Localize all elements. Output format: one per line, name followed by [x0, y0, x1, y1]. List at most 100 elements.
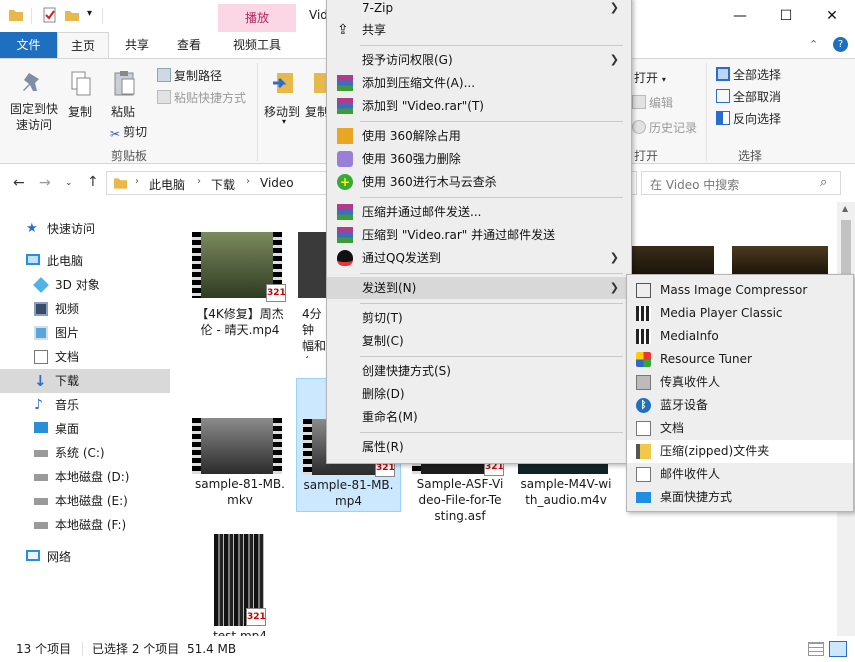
sendto-item-documents[interactable]: 文档 [627, 417, 853, 440]
video-thumbnail [298, 232, 328, 298]
sendto-item-mass-image-compressor[interactable]: Mass Image Compressor [627, 279, 853, 302]
tab-view[interactable]: 查看 [166, 32, 212, 58]
sidebar-item-drive-d[interactable]: 本地磁盘 (D:) [0, 465, 170, 489]
minimize-button[interactable]: — [717, 0, 763, 32]
tab-video-tools[interactable]: 视频工具 [222, 32, 292, 58]
sidebar-item-videos[interactable]: 视频 [0, 297, 170, 321]
sendto-item-mediainfo[interactable]: MediaInfo [627, 325, 853, 348]
sidebar-item-quick-access[interactable]: ★ 快速访问 [0, 217, 162, 241]
collapse-ribbon-icon[interactable]: ⌃ [809, 38, 818, 51]
sidebar-item-3d-objects[interactable]: 3D 对象 [0, 273, 170, 297]
context-tab-group-play: 播放 [218, 4, 296, 32]
sidebar-item-downloads[interactable]: ↓ 下载 [0, 369, 170, 393]
sendto-item-media-player-classic[interactable]: Media Player Classic [627, 302, 853, 325]
sendto-item-mail-recipient[interactable]: 邮件收件人 [627, 463, 853, 486]
chevron-right-icon[interactable]: › [246, 176, 250, 187]
forward-arrow-icon[interactable]: → [39, 175, 51, 191]
sidebar-item-desktop[interactable]: 桌面 [0, 417, 170, 441]
menu-item-properties[interactable]: 属性(R) [327, 436, 631, 458]
menu-item-grant-access[interactable]: 授予访问权限(G) ❯ [327, 49, 631, 71]
sidebar-item-documents[interactable]: 文档 [0, 345, 170, 369]
sidebar-item-drive-f[interactable]: 本地磁盘 (F:) [0, 513, 170, 537]
maximize-button[interactable]: ☐ [763, 0, 809, 32]
move-to-dropdown-icon[interactable]: ▾ [282, 117, 286, 126]
sidebar-item-drive-e[interactable]: 本地磁盘 (E:) [0, 489, 170, 513]
recent-locations-icon[interactable]: ⌄ [65, 178, 73, 188]
winrar-icon [337, 98, 353, 114]
tab-file[interactable]: 文件 [0, 32, 57, 58]
file-item-qingtian[interactable]: 321 【4K修复】周杰 伦 - 晴天.mp4 [186, 228, 294, 348]
quick-access-dropdown-icon[interactable]: ▾ [87, 8, 92, 19]
properties-icon[interactable] [42, 7, 58, 23]
breadcrumb-downloads[interactable]: 下载 [211, 176, 235, 193]
file-name: sample-M4V-wi th_audio.m4v [520, 477, 612, 507]
paste-button[interactable]: 粘贴 [111, 103, 135, 120]
search-box[interactable]: 在 Video 中搜索 ⌕ [641, 171, 841, 195]
invert-selection-button[interactable]: 反向选择 [716, 110, 781, 127]
sidebar-item-this-pc[interactable]: 此电脑 [0, 249, 162, 273]
menu-item-add-to-video-rar[interactable]: 添加到 "Video.rar"(T) [327, 95, 631, 117]
paste-shortcut-button[interactable]: 粘贴快捷方式 [157, 89, 246, 106]
file-name: sample-81-MB. mp4 [303, 478, 394, 508]
copy-button[interactable]: 复制 [68, 103, 92, 120]
menu-item-7zip[interactable]: 7-Zip ❯ [327, 0, 631, 19]
up-arrow-icon[interactable]: ↑ [87, 174, 99, 190]
sidebar-item-music[interactable]: ♪ 音乐 [0, 393, 170, 417]
menu-item-add-to-archive[interactable]: 添加到压缩文件(A)... [327, 72, 631, 94]
sidebar-item-network[interactable]: 网络 [0, 545, 162, 569]
file-item-4min[interactable]: 4分钟 幅和 么 [292, 228, 328, 358]
pin-quick-access-button[interactable]: 固定到快速访问 [9, 101, 59, 133]
open-button[interactable]: 打开 ▾ [634, 69, 666, 86]
menu-item-rename[interactable]: 重命名(M) [327, 406, 631, 428]
menu-item-360-force-delete[interactable]: 使用 360强力删除 [327, 148, 631, 170]
tab-share[interactable]: 共享 [114, 32, 160, 58]
star-icon: ★ [26, 221, 38, 236]
new-folder-icon[interactable] [64, 7, 80, 23]
chevron-right-icon[interactable]: › [135, 176, 139, 187]
file-item-test-mp4[interactable]: 321 test.mp4 [186, 530, 294, 636]
sidebar-item-drive-c[interactable]: 系统 (C:) [0, 441, 170, 465]
menu-item-copy[interactable]: 复制(C) [327, 330, 631, 352]
back-arrow-icon[interactable]: ← [13, 175, 25, 191]
chevron-right-icon[interactable]: › [197, 176, 201, 187]
breadcrumb-this-pc[interactable]: 此电脑 [149, 176, 185, 193]
send-to-submenu: Mass Image Compressor Media Player Class… [626, 274, 854, 512]
menu-item-create-shortcut[interactable]: 创建快捷方式(S) [327, 360, 631, 382]
details-view-icon[interactable] [808, 642, 824, 656]
sendto-item-zipped-folder[interactable]: 压缩(zipped)文件夹 [627, 440, 853, 463]
sendto-item-bluetooth[interactable]: ᛒ 蓝牙设备 [627, 394, 853, 417]
menu-item-cut[interactable]: 剪切(T) [327, 307, 631, 329]
close-button[interactable]: ✕ [809, 0, 855, 32]
select-all-icon [716, 67, 730, 81]
select-none-button[interactable]: 全部取消 [716, 88, 781, 105]
menu-item-delete[interactable]: 删除(D) [327, 383, 631, 405]
sidebar-item-pictures[interactable]: 图片 [0, 321, 170, 345]
menu-item-compress-email[interactable]: 压缩并通过邮件发送... [327, 201, 631, 223]
edit-button[interactable]: 编辑 [632, 94, 673, 111]
menu-item-send-via-qq[interactable]: 通过QQ发送到 ❯ [327, 247, 631, 269]
scroll-up-icon[interactable]: ▲ [842, 204, 848, 213]
menu-item-360-scan[interactable]: + 使用 360进行木马云查杀 [327, 171, 631, 193]
large-icons-view-icon[interactable] [829, 641, 847, 657]
tab-home[interactable]: 主页 [57, 32, 109, 58]
menu-item-360-unlock[interactable]: 使用 360解除占用 [327, 125, 631, 147]
copy-path-button[interactable]: 复制路径 [157, 67, 222, 84]
cut-button[interactable]: ✂ 剪切 [110, 123, 147, 141]
scrollbar-thumb[interactable] [841, 220, 851, 280]
menu-item-compress-rar-email[interactable]: 压缩到 "Video.rar" 并通过邮件发送 [327, 224, 631, 246]
menu-item-share[interactable]: ⇪ 共享 [327, 19, 631, 41]
sendto-item-resource-tuner[interactable]: Resource Tuner [627, 348, 853, 371]
sendto-item-fax-recipient[interactable]: 传真收件人 [627, 371, 853, 394]
history-button[interactable]: 历史记录 [632, 119, 697, 136]
breadcrumb-video[interactable]: Video [260, 176, 294, 190]
cube-icon [33, 277, 49, 293]
move-to-icon [273, 73, 293, 93]
search-input[interactable]: 在 Video 中搜索 [650, 176, 739, 193]
mail-icon [636, 467, 651, 482]
select-all-button[interactable]: 全部选择 [716, 66, 781, 83]
search-icon[interactable]: ⌕ [820, 175, 827, 190]
menu-item-send-to[interactable]: 发送到(N) ❯ [327, 277, 631, 299]
help-icon[interactable]: ? [833, 37, 848, 52]
file-item-sample-mkv[interactable]: sample-81-MB. mkv [186, 414, 294, 510]
sendto-item-desktop-shortcut[interactable]: 桌面快捷方式 [627, 486, 853, 509]
